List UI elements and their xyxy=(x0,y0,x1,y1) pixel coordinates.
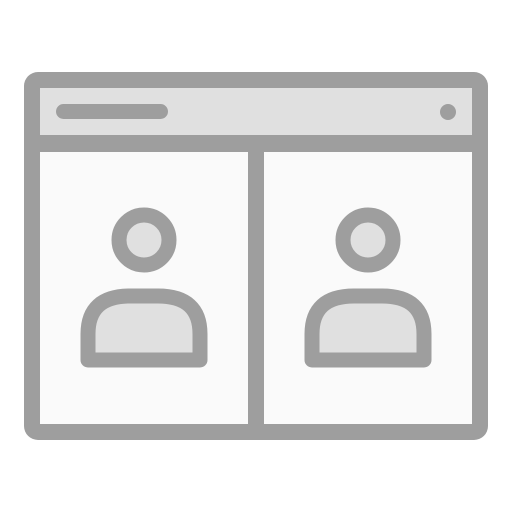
icon-canvas xyxy=(0,0,512,512)
user-head xyxy=(335,207,401,273)
user-body xyxy=(80,288,208,368)
browser-window-two-users-icon xyxy=(24,72,488,440)
browser-window xyxy=(24,72,488,440)
user-head xyxy=(111,207,177,273)
left-pane xyxy=(40,152,248,424)
right-pane xyxy=(264,152,472,424)
address-bar-icon xyxy=(56,104,168,119)
user-body xyxy=(304,288,432,368)
status-dot-icon xyxy=(440,104,456,120)
